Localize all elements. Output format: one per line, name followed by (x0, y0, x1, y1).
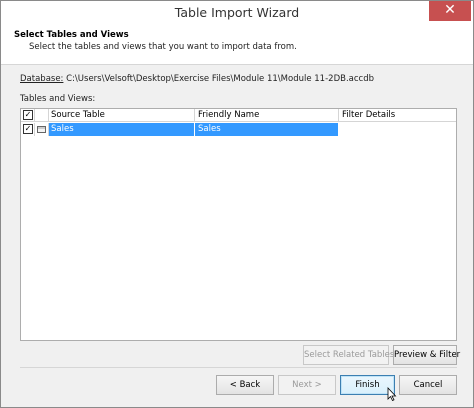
table-import-wizard-window: Table Import Wizard ✕ Select Tables and … (0, 0, 474, 408)
header-title: Select Tables and Views (14, 30, 129, 40)
wizard-header: Select Tables and Views Select the table… (1, 25, 473, 65)
grid-header-row: ✓ Source Table Friendly Name Filter Deta… (21, 109, 456, 122)
friendly-name-cell[interactable]: Sales (195, 123, 339, 136)
header-select-all-cell[interactable]: ✓ (21, 109, 35, 122)
header-subtitle: Select the tables and views that you wan… (29, 42, 297, 52)
preview-filter-button[interactable]: Preview & Filter (393, 345, 460, 365)
select-related-tables-button[interactable]: Select Related Tables (303, 345, 394, 365)
row-icon-cell (35, 123, 49, 136)
window-title: Table Import Wizard (174, 5, 300, 20)
next-button[interactable]: Next > (278, 375, 336, 395)
row-checkbox-cell[interactable]: ✓ (21, 123, 35, 136)
database-label: Database: (20, 74, 64, 84)
back-button[interactable]: < Back (216, 375, 274, 395)
column-header-filter-details[interactable]: Filter Details (339, 109, 456, 122)
header-icon-cell (35, 109, 49, 122)
close-icon: ✕ (444, 2, 456, 18)
cancel-button[interactable]: Cancel (399, 375, 457, 395)
table-icon (37, 126, 46, 133)
database-path: C:\Users\Velsoft\Desktop\Exercise Files\… (66, 74, 374, 84)
column-header-source-table[interactable]: Source Table (49, 109, 195, 122)
mouse-cursor-icon (387, 387, 397, 401)
database-line: Database: C:\Users\Velsoft\Desktop\Exerc… (20, 74, 374, 84)
close-button[interactable]: ✕ (429, 1, 471, 21)
tables-views-label: Tables and Views: (20, 94, 96, 104)
column-header-friendly-name[interactable]: Friendly Name (195, 109, 339, 122)
title-bar[interactable]: Table Import Wizard ✕ (1, 1, 473, 25)
tables-grid[interactable]: ✓ Source Table Friendly Name Filter Deta… (20, 108, 457, 341)
filter-details-cell[interactable] (339, 123, 456, 136)
source-table-cell[interactable]: Sales (49, 123, 195, 136)
footer-separator (20, 367, 457, 368)
row-checkbox[interactable]: ✓ (23, 124, 33, 134)
select-all-checkbox[interactable]: ✓ (23, 110, 33, 120)
table-row[interactable]: ✓ Sales Sales (21, 123, 456, 136)
